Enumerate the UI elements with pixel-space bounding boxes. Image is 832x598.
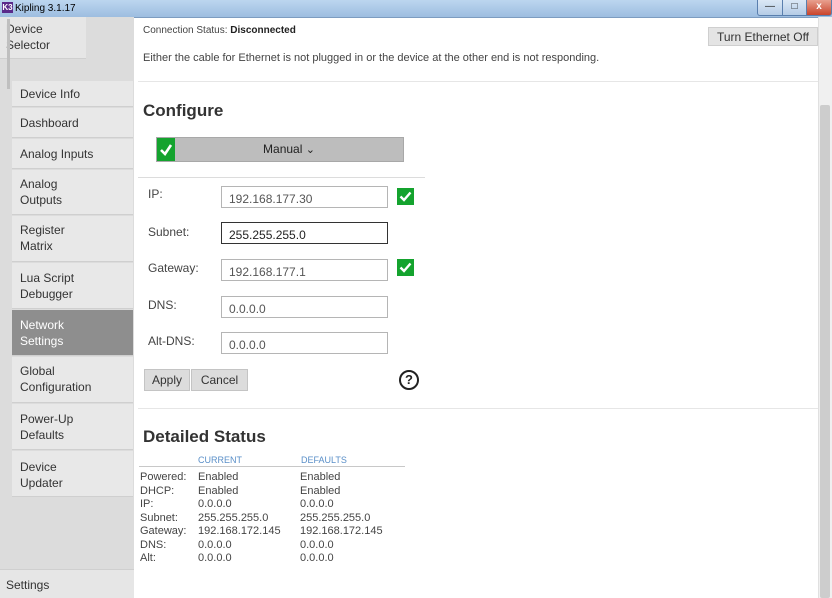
row-current: Enabled <box>198 471 239 483</box>
sidebar-item-label: Register Matrix <box>20 223 65 253</box>
row-label: Gateway: <box>140 525 187 537</box>
window-titlebar: K3 Kipling 3.1.17 — □ x <box>0 0 832 18</box>
row-label: Alt: <box>140 552 156 564</box>
column-header-current: CURRENT <box>198 455 242 465</box>
scrollbar-thumb[interactable] <box>820 105 830 598</box>
detailed-status-title: Detailed Status <box>143 427 266 446</box>
gateway-valid-check-icon <box>397 259 414 276</box>
gateway-label: Gateway: <box>148 261 199 275</box>
dns-label: DNS: <box>148 298 177 312</box>
row-current: 0.0.0.0 <box>198 538 232 551</box>
alt-dns-label: Alt-DNS: <box>148 334 195 348</box>
gateway-input[interactable] <box>221 259 388 281</box>
sidebar-item-dashboard[interactable]: Dashboard <box>12 108 133 138</box>
sidebar-item-label: Power-Up Defaults <box>20 412 74 442</box>
table-header-divider <box>139 466 405 467</box>
window-title: Kipling 3.1.17 <box>15 3 76 14</box>
row-defaults: Enabled <box>300 484 341 497</box>
alt-dns-input[interactable] <box>221 332 388 354</box>
sidebar-item-register-matrix[interactable]: Register Matrix <box>12 216 133 262</box>
ip-valid-check-icon <box>397 188 414 205</box>
connection-status-value: Disconnected <box>230 25 296 36</box>
row-label: Powered: <box>140 471 187 483</box>
dns-input[interactable] <box>221 296 388 318</box>
sidebar-item-global-configuration[interactable]: Global Configuration <box>12 357 133 403</box>
row-defaults: 0.0.0.0 <box>300 498 334 510</box>
row-label: DNS: <box>140 538 167 551</box>
sidebar-device-selector[interactable]: Device Selector <box>0 17 86 59</box>
help-icon[interactable]: ? <box>399 370 419 390</box>
sidebar-item-power-up-defaults[interactable]: Power-Up Defaults <box>12 404 133 450</box>
connection-status-label: Connection Status: <box>143 25 228 36</box>
divider <box>138 408 818 409</box>
connection-status: Connection Status: Disconnected <box>143 25 296 37</box>
sidebar-item-lua-debugger[interactable]: Lua Script Debugger <box>12 263 133 309</box>
mode-select-value: Manual ⌄ <box>157 138 403 162</box>
turn-ethernet-off-button[interactable]: Turn Ethernet Off <box>708 27 818 46</box>
row-defaults: 255.255.255.0 <box>300 511 371 524</box>
row-defaults: 192.168.172.145 <box>300 525 383 537</box>
row-current: 0.0.0.0 <box>198 498 232 510</box>
sidebar-accent <box>7 19 10 89</box>
sidebar-item-device-updater[interactable]: Device Updater <box>12 451 133 497</box>
sidebar-item-label: Lua Script Debugger <box>20 271 75 301</box>
mode-select-label: Manual <box>263 142 303 156</box>
sidebar-item-analog-inputs[interactable]: Analog Inputs <box>12 139 133 169</box>
row-defaults: 0.0.0.0 <box>300 552 334 564</box>
cancel-button[interactable]: Cancel <box>191 369 248 391</box>
row-current: 192.168.172.145 <box>198 525 281 537</box>
minimize-button[interactable]: — <box>757 0 783 16</box>
sidebar-item-network-settings[interactable]: Network Settings <box>12 310 133 356</box>
row-label: Subnet: <box>140 511 178 524</box>
ip-label: IP: <box>148 187 163 201</box>
divider <box>138 177 425 178</box>
connection-message: Either the cable for Ethernet is not plu… <box>143 52 600 64</box>
sidebar-item-label: Network Settings <box>20 318 65 348</box>
sidebar-item-device-info[interactable]: Device Info <box>12 81 133 107</box>
mode-select[interactable]: Manual ⌄ <box>156 137 404 162</box>
ip-input[interactable] <box>221 186 388 208</box>
row-current: 255.255.255.0 <box>198 511 269 524</box>
row-defaults: Enabled <box>300 471 341 483</box>
apply-button[interactable]: Apply <box>144 369 190 391</box>
chevron-down-icon: ⌄ <box>305 144 315 156</box>
sidebar-item-settings[interactable]: Settings <box>0 569 134 598</box>
divider <box>138 81 818 82</box>
sidebar-item-label: Device Updater <box>20 460 63 490</box>
maximize-button[interactable]: □ <box>782 0 807 16</box>
configure-title: Configure <box>143 101 224 120</box>
row-current: 0.0.0.0 <box>198 552 232 564</box>
sidebar-item-analog-outputs[interactable]: Analog Outputs <box>12 170 133 215</box>
subnet-input[interactable] <box>221 222 388 244</box>
sidebar-item-label: Analog Outputs <box>20 177 63 207</box>
app-icon: K3 <box>2 2 13 13</box>
row-defaults: 0.0.0.0 <box>300 538 334 551</box>
subnet-label: Subnet: <box>148 225 190 239</box>
close-button[interactable]: x <box>806 0 832 16</box>
column-header-defaults: DEFAULTS <box>301 455 347 465</box>
row-label: IP: <box>140 498 154 510</box>
row-current: Enabled <box>198 484 239 497</box>
row-label: DHCP: <box>140 484 175 497</box>
sidebar-item-label: Global Configuration <box>20 364 92 394</box>
